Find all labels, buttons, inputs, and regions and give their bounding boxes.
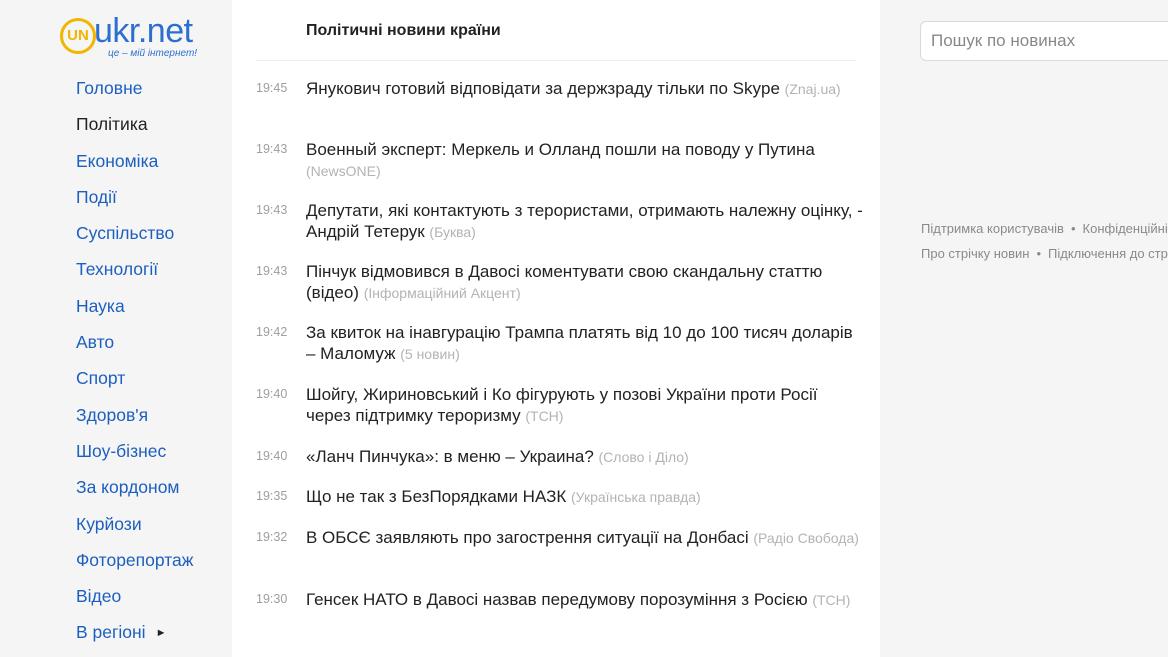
- news-title-link[interactable]: Янукович готовий відповідати за держзрад…: [306, 79, 780, 98]
- news-body: Депутати, які контактують з терористами,…: [306, 200, 866, 243]
- news-feed: Політичні новини країни 19:45 Янукович г…: [232, 0, 880, 657]
- news-title-link[interactable]: В ОБСЄ заявляють про загострення ситуаці…: [306, 528, 749, 547]
- news-time: 19:32: [256, 530, 288, 544]
- news-body: За квиток на інавгурацію Трампа платять …: [306, 322, 866, 365]
- logo[interactable]: UN ukr.net це – мій інтернет!: [60, 12, 230, 62]
- search-input[interactable]: [920, 21, 1168, 61]
- sidebar-item-polityka[interactable]: Політика: [76, 112, 193, 148]
- news-body: Шойгу, Жириновський і Ко фігурують у поз…: [306, 384, 866, 427]
- news-time: 19:45: [256, 81, 288, 95]
- sidebar-item-holovne[interactable]: Головне: [76, 76, 193, 112]
- news-source-link[interactable]: (5 новин): [400, 346, 460, 362]
- news-body: Янукович готовий відповідати за держзрад…: [306, 78, 866, 100]
- news-source-link[interactable]: (Радіо Свобода): [753, 530, 859, 546]
- news-body: В ОБСЄ заявляють про загострення ситуаці…: [306, 527, 866, 549]
- right-column: Підтримка користувачів•Конфіденційність …: [880, 0, 1168, 657]
- sidebar-item-sport[interactable]: Спорт: [76, 366, 193, 402]
- triangle-right-icon: ►: [155, 627, 167, 640]
- news-title-link[interactable]: «Ланч Пинчука»: в меню – Украина?: [306, 447, 594, 466]
- support-link[interactable]: Підтримка користувачів: [921, 221, 1064, 236]
- news-title-link[interactable]: Що не так з БезПорядками НАЗК: [306, 487, 566, 506]
- news-title-link[interactable]: Военный эксперт: Меркель и Олланд пошли …: [306, 140, 815, 159]
- sidebar-item-kuriozy[interactable]: Курйози: [76, 512, 193, 548]
- separator-dot: •: [1070, 221, 1076, 236]
- about-feed-link[interactable]: Про стрічку новин: [921, 246, 1029, 261]
- logo-mark-icon: UN: [60, 18, 96, 54]
- logo-name: ukr.net: [94, 12, 193, 50]
- news-body: Що не так з БезПорядками НАЗК (Українськ…: [306, 486, 866, 508]
- news-time: 19:43: [256, 142, 288, 156]
- sidebar-item-shou-biznes[interactable]: Шоу-бізнес: [76, 439, 193, 475]
- sidebar-item-v-rehioni[interactable]: В регіоні ►: [76, 620, 193, 656]
- sidebar-item-ekonomika[interactable]: Економіка: [76, 149, 193, 185]
- news-source-link[interactable]: (Буква): [429, 224, 475, 240]
- sidebar-item-zdorovia[interactable]: Здоров'я: [76, 403, 193, 439]
- footer-row: Про стрічку новин • Підключення до стрічки: [921, 241, 1168, 266]
- sidebar-item-nauka[interactable]: Наука: [76, 294, 193, 330]
- sidebar: UN ukr.net це – мій інтернет! Головне По…: [0, 0, 232, 657]
- connect-feed-link[interactable]: Підключення до стрічки: [1048, 246, 1168, 261]
- privacy-link[interactable]: Конфіденційність: [1083, 221, 1168, 236]
- sidebar-item-tekhnolohii[interactable]: Технології: [76, 257, 193, 293]
- news-time: 19:40: [256, 387, 288, 401]
- news-time: 19:30: [256, 592, 288, 606]
- news-source-link[interactable]: (ТСН): [525, 408, 563, 424]
- news-time: 19:35: [256, 489, 288, 503]
- page: UN ukr.net це – мій інтернет! Головне По…: [0, 0, 1168, 657]
- sidebar-item-podii[interactable]: Події: [76, 185, 193, 221]
- news-title-link[interactable]: Депутати, які контактують з терористами,…: [306, 201, 863, 241]
- footer-links: Підтримка користувачів•Конфіденційність …: [921, 216, 1168, 266]
- news-body: «Ланч Пинчука»: в меню – Украина? (Слово…: [306, 446, 866, 468]
- footer-row: Підтримка користувачів • Конфіденційність: [921, 216, 1168, 241]
- news-time: 19:43: [256, 264, 288, 278]
- sidebar-item-label: В регіоні: [76, 622, 146, 643]
- news-body: Пінчук відмовився в Давосі коментувати с…: [306, 261, 866, 304]
- news-title-link[interactable]: Генсек НАТО в Давосі назвав передумову п…: [306, 590, 808, 609]
- section-title: Політичні новини країни: [306, 22, 501, 39]
- divider: [256, 60, 856, 61]
- news-body: Генсек НАТО в Давосі назвав передумову п…: [306, 589, 866, 611]
- news-title-link[interactable]: За квиток на інавгурацію Трампа платять …: [306, 323, 853, 363]
- category-nav: Головне Політика Економіка Події Суспіль…: [76, 76, 193, 657]
- news-body: Военный эксперт: Меркель и Олланд пошли …: [306, 139, 866, 182]
- sidebar-item-video[interactable]: Відео: [76, 584, 193, 620]
- news-source-link[interactable]: (ТСН): [812, 592, 850, 608]
- sidebar-item-suspilstvo[interactable]: Суспільство: [76, 221, 193, 257]
- news-time: 19:43: [256, 203, 288, 217]
- news-source-link[interactable]: (Українська правда): [571, 489, 701, 505]
- logo-tagline: це – мій інтернет!: [108, 48, 198, 59]
- news-source-link[interactable]: (Слово і Діло): [599, 449, 689, 465]
- sidebar-item-za-kordonom[interactable]: За кордоном: [76, 475, 193, 511]
- news-time: 19:42: [256, 325, 288, 339]
- news-time: 19:40: [256, 449, 288, 463]
- separator-dot: •: [1036, 246, 1042, 261]
- news-source-link[interactable]: (NewsONE): [306, 163, 381, 179]
- sidebar-item-avto[interactable]: Авто: [76, 330, 193, 366]
- sidebar-item-fotoreportazh[interactable]: Фоторепортаж: [76, 548, 193, 584]
- news-source-link[interactable]: (Інформаційний Акцент): [364, 285, 521, 301]
- news-source-link[interactable]: (Znaj.ua): [785, 81, 841, 97]
